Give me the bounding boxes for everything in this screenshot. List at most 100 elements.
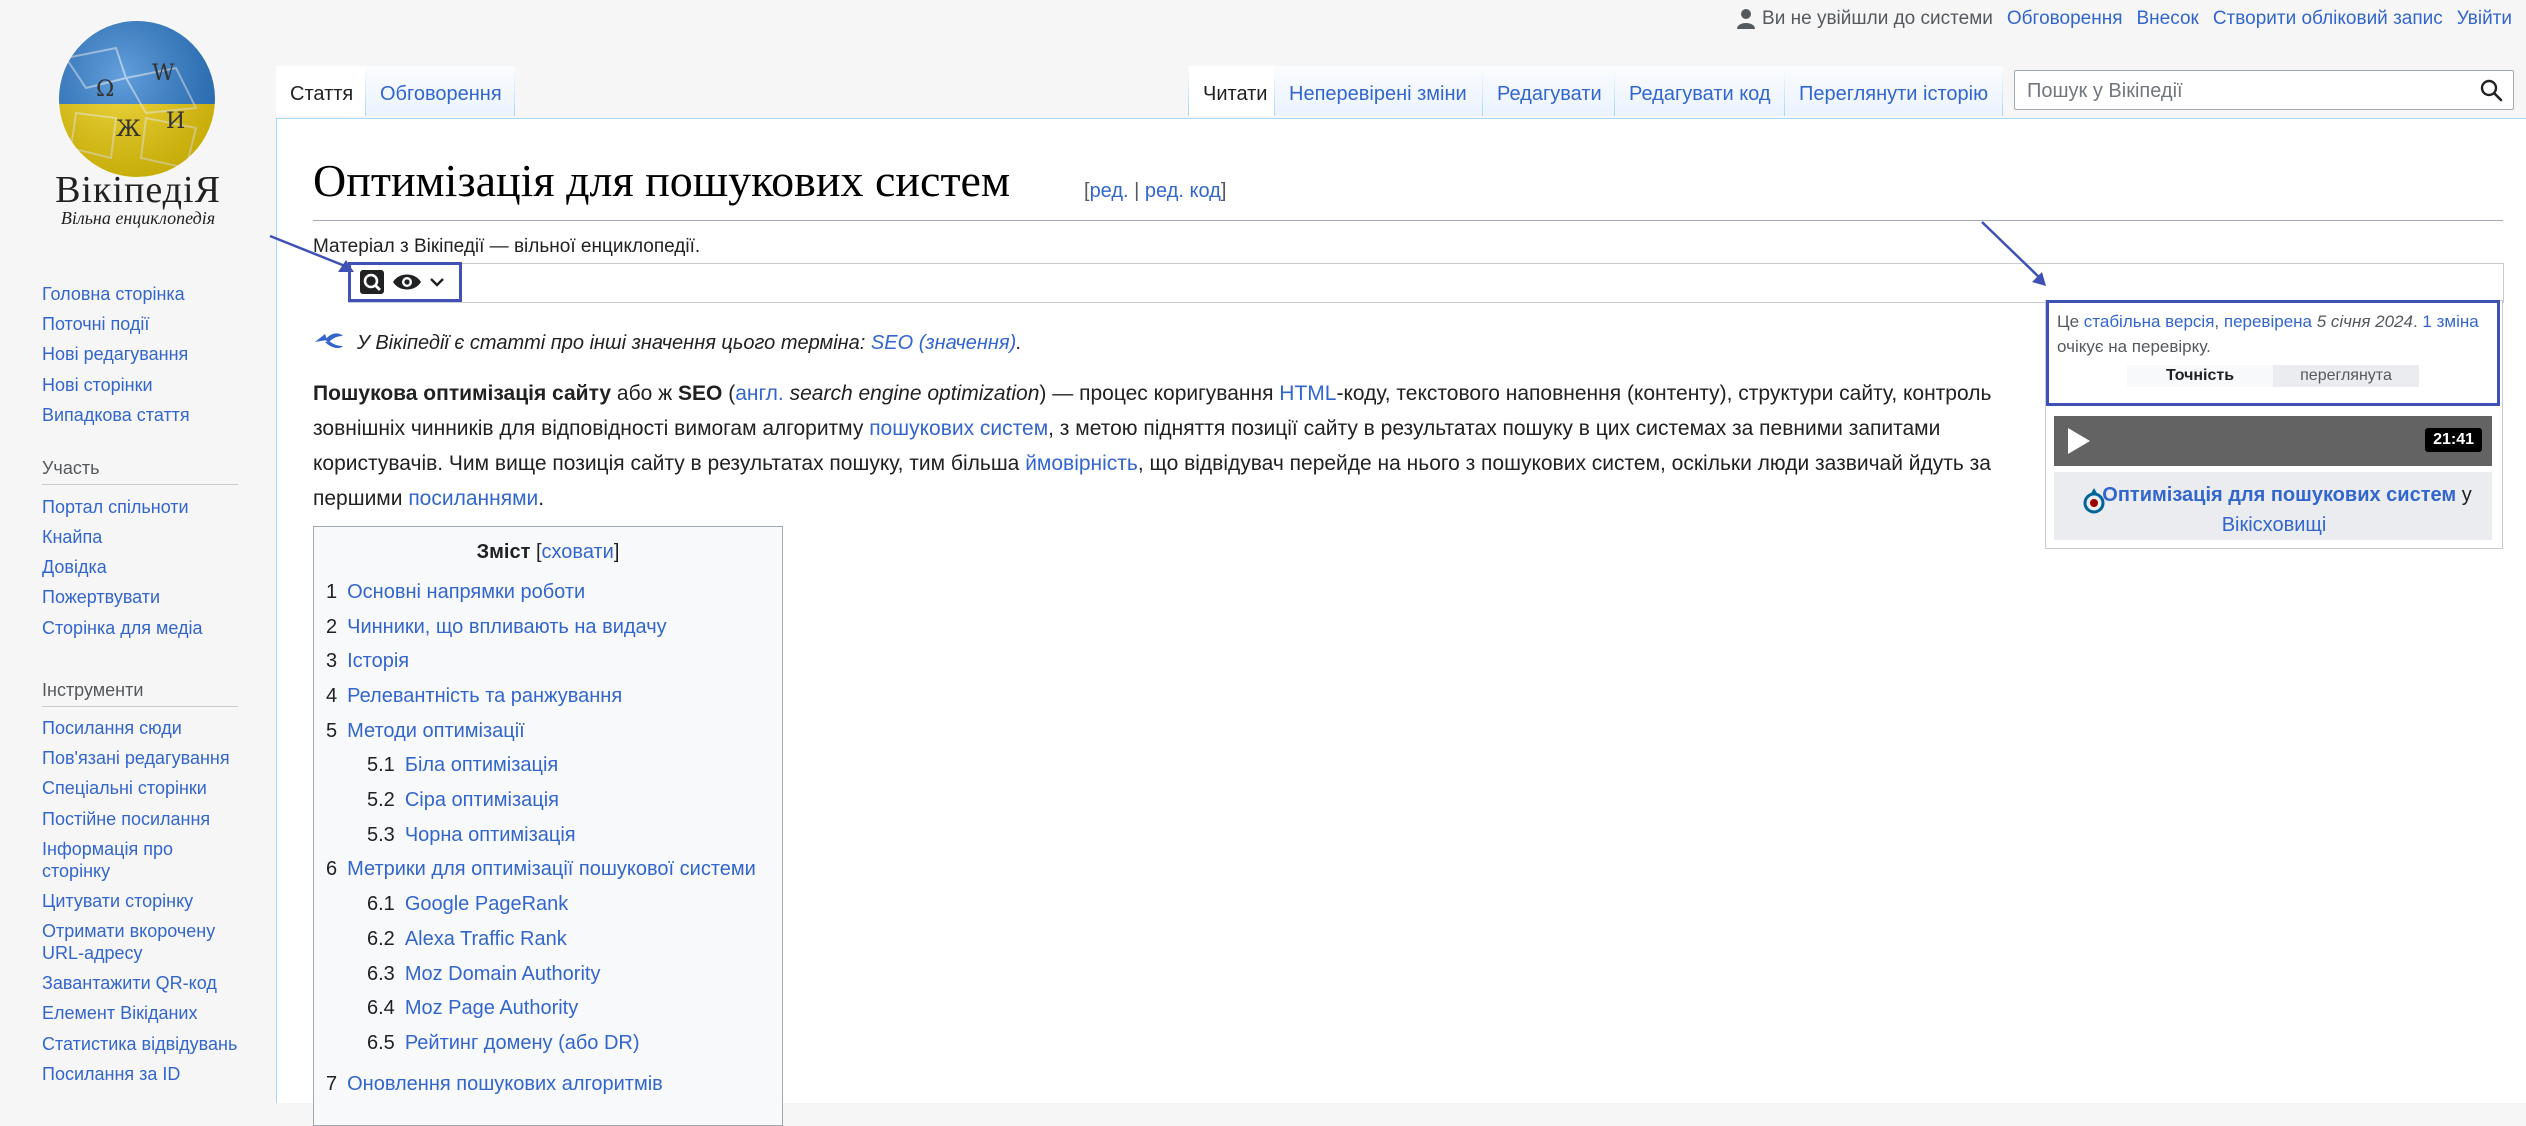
search-box: [2014, 70, 2514, 110]
stable-version-link[interactable]: стабільна версія: [2084, 312, 2215, 331]
sidebar-item-permanent-link[interactable]: Постійне посилання: [42, 809, 210, 830]
sidebar-item-village-pump[interactable]: Кнайпа: [42, 527, 102, 548]
play-icon[interactable]: [2066, 426, 2092, 456]
sidebar-item-related-changes[interactable]: Пов'язані редагування: [42, 748, 230, 769]
toc-link[interactable]: Moz Page Authority: [405, 997, 578, 1019]
sidebar-item-current-events[interactable]: Поточні події: [42, 314, 149, 335]
sidebar-item-special-pages[interactable]: Спеціальні сторінки: [42, 778, 207, 799]
tab-edit[interactable]: Редагувати: [1483, 66, 1614, 116]
sidebar-item-page-views[interactable]: Статистика відвідувань: [42, 1034, 237, 1055]
toc-link[interactable]: Google PageRank: [405, 893, 568, 915]
pending-changes-link[interactable]: 1 зміна: [2422, 312, 2478, 331]
table-of-contents: Зміст [сховати] 1 Основні напрямки роботи…: [313, 526, 783, 1126]
links-link[interactable]: посиланнями: [408, 487, 538, 510]
toc-number: 5: [326, 720, 338, 742]
wikipedia-globe-logo[interactable]: Ω W И Ж: [56, 18, 218, 180]
toc-link[interactable]: Сіра оптимізація: [405, 789, 559, 811]
toc-item[interactable]: 5.1 Біла оптимізація: [367, 754, 558, 777]
toc-link[interactable]: Moz Domain Authority: [405, 963, 601, 985]
toc-item[interactable]: 6.4 Moz Page Authority: [367, 997, 578, 1020]
sidebar-item-media-page[interactable]: Сторінка для медіа: [42, 618, 203, 639]
toc-item[interactable]: 6.2 Alexa Traffic Rank: [367, 928, 567, 951]
toc-item[interactable]: 5.3 Чорна оптимізація: [367, 824, 576, 847]
commons-link[interactable]: Оптимізація для пошукових систем: [2102, 484, 2456, 506]
toc-link[interactable]: Alexa Traffic Rank: [405, 928, 567, 950]
toc-item[interactable]: 6.5 Рейтинг домену (або DR): [367, 1032, 640, 1055]
talk-link[interactable]: Обговорення: [2007, 8, 2123, 30]
html-link[interactable]: HTML: [1279, 382, 1336, 405]
sidebar-item-page-info[interactable]: Інформація про: [42, 839, 173, 860]
toc-item[interactable]: 5 Методи оптимізації: [326, 720, 525, 743]
sidebar-item-qr-code[interactable]: Завантажити QR-код: [42, 973, 217, 994]
video-player[interactable]: 21:41: [2054, 416, 2492, 466]
review-status-toggle[interactable]: [348, 262, 462, 302]
edit-source-link[interactable]: ред. код: [1145, 180, 1221, 202]
toc-item[interactable]: 6 Метрики для оптимізації пошукової систе…: [326, 858, 756, 881]
sidebar-item-random-article[interactable]: Випадкова стаття: [42, 405, 190, 426]
sidebar-item-wikidata-item[interactable]: Елемент Вікіданих: [42, 1003, 197, 1024]
logo-wordmark[interactable]: ВікіпедіЯ: [40, 168, 236, 212]
toc-link[interactable]: Чорна оптимізація: [405, 824, 576, 846]
tab-talk[interactable]: Обговорення: [366, 66, 514, 116]
log-in-link[interactable]: Увійти: [2457, 8, 2512, 30]
hatnote: У Вікіпедії є статті про інші значення ц…: [357, 332, 1022, 355]
toc-item[interactable]: 7 Оновлення пошукових алгоритмів: [326, 1073, 663, 1096]
globe-glyph-1: Ω: [96, 77, 114, 102]
toc-item[interactable]: 3 Історія: [326, 650, 409, 673]
toc-number: 2: [326, 616, 338, 638]
toc-link[interactable]: Основні напрямки роботи: [347, 581, 585, 603]
english-link[interactable]: англ.: [735, 382, 784, 405]
toc-link[interactable]: Чинники, що впливають на видачу: [347, 616, 667, 638]
search-engines-link[interactable]: пошукових систем: [869, 417, 1048, 440]
toc-number: 4: [326, 685, 338, 707]
hatnote-link[interactable]: SEO (значення): [871, 332, 1016, 354]
toc-link[interactable]: Біла оптимізація: [405, 754, 558, 776]
toc-item[interactable]: 2 Чинники, що впливають на видачу: [326, 616, 667, 639]
page-title: Оптимізація для пошукових систем: [313, 155, 1011, 206]
sidebar-item-short-url[interactable]: Отримати вкорочену: [42, 921, 215, 942]
toc-item[interactable]: 5.2 Сіра оптимізація: [367, 789, 559, 812]
tab-edit-source-label: Редагувати код: [1629, 83, 1771, 105]
tab-read[interactable]: Читати: [1189, 66, 1274, 116]
toc-link[interactable]: Метрики для оптимізації пошукової систем…: [347, 858, 756, 880]
tab-edit-source[interactable]: Редагувати код: [1615, 66, 1784, 116]
toc-link[interactable]: Методи оптимізації: [347, 720, 525, 742]
sidebar-item-main-page[interactable]: Головна сторінка: [42, 284, 185, 305]
sidebar-item-donate[interactable]: Пожертвувати: [42, 587, 160, 608]
sidebar-item-cite-page[interactable]: Цитувати сторінку: [42, 891, 193, 912]
sidebar-item-recent-changes[interactable]: Нові редагування: [42, 344, 188, 365]
sidebar-item-what-links-here[interactable]: Посилання сюди: [42, 718, 182, 739]
tab-view-history[interactable]: Переглянути історію: [1785, 66, 2002, 116]
toc-item[interactable]: 1 Основні напрямки роботи: [326, 581, 585, 604]
sidebar-item-page-info-line2[interactable]: сторінку: [42, 861, 110, 882]
toc-link[interactable]: Релевантність та ранжування: [347, 685, 622, 707]
sidebar-item-new-pages[interactable]: Нові сторінки: [42, 375, 153, 396]
search-icon[interactable]: [2479, 78, 2503, 102]
toc-item[interactable]: 4 Релевантність та ранжування: [326, 685, 622, 708]
sidebar-item-link-by-id[interactable]: Посилання за ID: [42, 1064, 180, 1085]
probability-link[interactable]: ймовірність: [1025, 452, 1138, 475]
toc-number: 6.4: [367, 997, 395, 1019]
sidebar-item-community-portal[interactable]: Портал спільноти: [42, 497, 189, 518]
toc-link[interactable]: Історія: [347, 650, 409, 672]
toc-item[interactable]: 6.1 Google PageRank: [367, 893, 568, 916]
toc-item[interactable]: 6.3 Moz Domain Authority: [367, 963, 600, 986]
search-input[interactable]: [2025, 77, 2459, 105]
commons-in: у: [2456, 484, 2472, 506]
sidebar-item-short-url-line2[interactable]: URL-адресу: [42, 943, 143, 964]
edit-section-link[interactable]: ред.: [1090, 180, 1129, 202]
tab-article[interactable]: Стаття: [276, 66, 365, 116]
reviewed-link[interactable]: перевірена: [2224, 312, 2312, 331]
tab-pending-changes[interactable]: Неперевірені зміни: [1275, 66, 1482, 116]
toc-number: 5.3: [367, 824, 395, 846]
sidebar-item-help[interactable]: Довідка: [42, 557, 107, 578]
toc-number: 6.3: [367, 963, 395, 985]
sidebar-divider: [42, 706, 238, 707]
commons-site-link[interactable]: Вікісховищі: [2222, 514, 2327, 536]
toc-link[interactable]: Рейтинг домену (або DR): [405, 1032, 640, 1054]
toc-hide-link[interactable]: сховати: [542, 541, 614, 563]
review-magnifier-icon: [360, 270, 384, 294]
contributions-link[interactable]: Внесок: [2137, 8, 2199, 30]
toc-link[interactable]: Оновлення пошукових алгоритмів: [347, 1073, 663, 1095]
create-account-link[interactable]: Створити обліковий запис: [2213, 8, 2443, 30]
